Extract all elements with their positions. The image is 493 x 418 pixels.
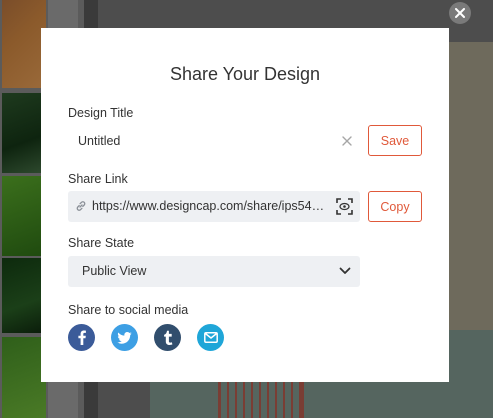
tumblr-share-button[interactable] [154, 324, 181, 351]
template-thumbnail [2, 337, 46, 418]
share-link-field[interactable]: https://www.designcap.com/share/ips547..… [68, 191, 360, 222]
template-thumbnail [2, 0, 46, 88]
qr-scan-icon[interactable] [336, 198, 353, 215]
share-state-label: Share State [68, 236, 135, 250]
link-icon [76, 201, 86, 211]
design-title-input[interactable] [68, 125, 328, 157]
chevron-down-icon [339, 267, 351, 274]
template-thumbnail [2, 176, 46, 256]
facebook-share-button[interactable] [68, 324, 95, 351]
design-title-label: Design Title [68, 106, 134, 120]
design-title-field [68, 125, 360, 157]
template-thumbnail [2, 258, 46, 333]
template-thumbnail [2, 93, 46, 173]
share-link-label: Share Link [68, 172, 128, 186]
email-share-button[interactable] [197, 324, 224, 351]
dialog-title: Share Your Design [169, 64, 321, 84]
twitter-share-button[interactable] [111, 324, 138, 351]
share-state-value: Public View [82, 264, 147, 278]
email-icon [203, 332, 218, 343]
share-state-select[interactable]: Public View [68, 256, 360, 287]
tumblr-icon [163, 330, 172, 345]
close-icon [455, 8, 465, 18]
share-link-url: https://www.designcap.com/share/ips547..… [92, 199, 326, 213]
social-share-label: Share to social media [68, 303, 189, 317]
facebook-icon [77, 330, 86, 345]
save-button[interactable]: Save [368, 125, 422, 156]
twitter-icon [117, 331, 132, 344]
copy-button[interactable]: Copy [368, 191, 422, 222]
clear-icon[interactable] [340, 134, 354, 148]
design-poster-decoration [218, 382, 304, 418]
share-dialog: Share Your Design Design Title Save Shar… [41, 28, 449, 382]
close-button[interactable] [449, 2, 471, 24]
